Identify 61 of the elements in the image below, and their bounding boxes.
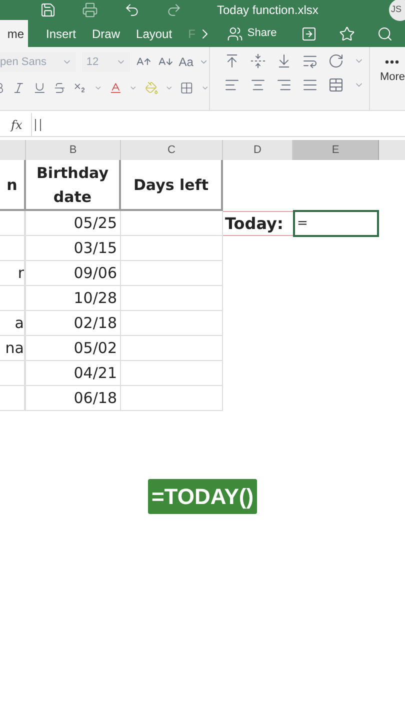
table-cell: 03/15 bbox=[26, 236, 121, 261]
avatar[interactable]: JS bbox=[389, 0, 405, 21]
table-cell: 05/02 bbox=[26, 336, 121, 361]
orientation-icon[interactable] bbox=[328, 53, 344, 69]
table-cell: 02/18 bbox=[26, 311, 121, 336]
align-left-icon[interactable] bbox=[224, 77, 240, 93]
ribbon-tab[interactable]: me bbox=[0, 20, 28, 47]
table-cell: r bbox=[0, 261, 26, 286]
table-cell: a bbox=[0, 311, 26, 336]
strikethrough-icon[interactable] bbox=[52, 80, 66, 96]
table-cell bbox=[0, 236, 26, 261]
borders-icon[interactable] bbox=[180, 80, 194, 96]
search-icon[interactable] bbox=[376, 26, 393, 42]
save-icon[interactable] bbox=[40, 2, 56, 18]
table-cell: 10/28 bbox=[26, 286, 121, 311]
ribbon-tab[interactable]: Draw bbox=[84, 20, 128, 47]
table-cell bbox=[0, 211, 26, 236]
undo-icon[interactable] bbox=[124, 2, 140, 18]
more-button[interactable]: More bbox=[370, 47, 405, 110]
merge-cells-icon[interactable] bbox=[328, 77, 344, 93]
table-cell bbox=[0, 286, 26, 311]
underline-icon[interactable] bbox=[32, 80, 46, 96]
align-bottom-icon[interactable] bbox=[276, 53, 292, 69]
wrap-text-icon[interactable] bbox=[302, 53, 318, 69]
text-cursor-icon bbox=[35, 118, 41, 130]
table-cell: 06/18 bbox=[26, 386, 121, 411]
column-header[interactable]: C bbox=[121, 140, 223, 160]
italic-icon[interactable] bbox=[12, 80, 26, 96]
function-label[interactable]: fx bbox=[11, 116, 31, 134]
justify-icon[interactable] bbox=[302, 77, 318, 93]
change-case-button[interactable]: Aa bbox=[178, 53, 194, 71]
move-file-icon[interactable] bbox=[300, 26, 317, 42]
ellipsis-icon bbox=[385, 60, 400, 64]
star-icon[interactable] bbox=[338, 26, 355, 42]
today-label: Today: bbox=[223, 211, 293, 236]
table-cell: na bbox=[0, 336, 26, 361]
printer-icon[interactable] bbox=[82, 2, 98, 18]
font-color-icon[interactable] bbox=[108, 80, 122, 96]
align-right-icon[interactable] bbox=[276, 77, 292, 93]
redo-icon[interactable] bbox=[166, 2, 182, 18]
table-cell bbox=[0, 386, 26, 411]
column-header[interactable]: B bbox=[26, 140, 121, 160]
header-cell: n bbox=[0, 160, 26, 211]
align-middle-icon[interactable] bbox=[250, 53, 266, 69]
window-title: Today function.xlsx bbox=[217, 2, 318, 19]
table-cell bbox=[0, 361, 26, 386]
header-cell: Days left bbox=[121, 160, 223, 211]
table-cell: 09/06 bbox=[26, 261, 121, 286]
table-cell: 05/25 bbox=[26, 211, 121, 236]
active-cell[interactable]: = bbox=[293, 210, 379, 237]
caption-label: =TODAY() bbox=[147, 478, 258, 515]
fill-color-icon[interactable] bbox=[144, 80, 158, 96]
ribbon-tab[interactable]: Layout bbox=[128, 20, 180, 47]
ribbon-tab[interactable]: Insert bbox=[38, 20, 84, 47]
share-button[interactable]: Share bbox=[227, 20, 277, 47]
align-center-icon[interactable] bbox=[250, 77, 266, 93]
table-cell: 04/21 bbox=[26, 361, 121, 386]
header-cell: Birthday date bbox=[26, 160, 121, 211]
column-header[interactable]: E bbox=[293, 140, 379, 160]
people-icon bbox=[227, 26, 244, 42]
align-top-icon[interactable] bbox=[224, 53, 240, 69]
